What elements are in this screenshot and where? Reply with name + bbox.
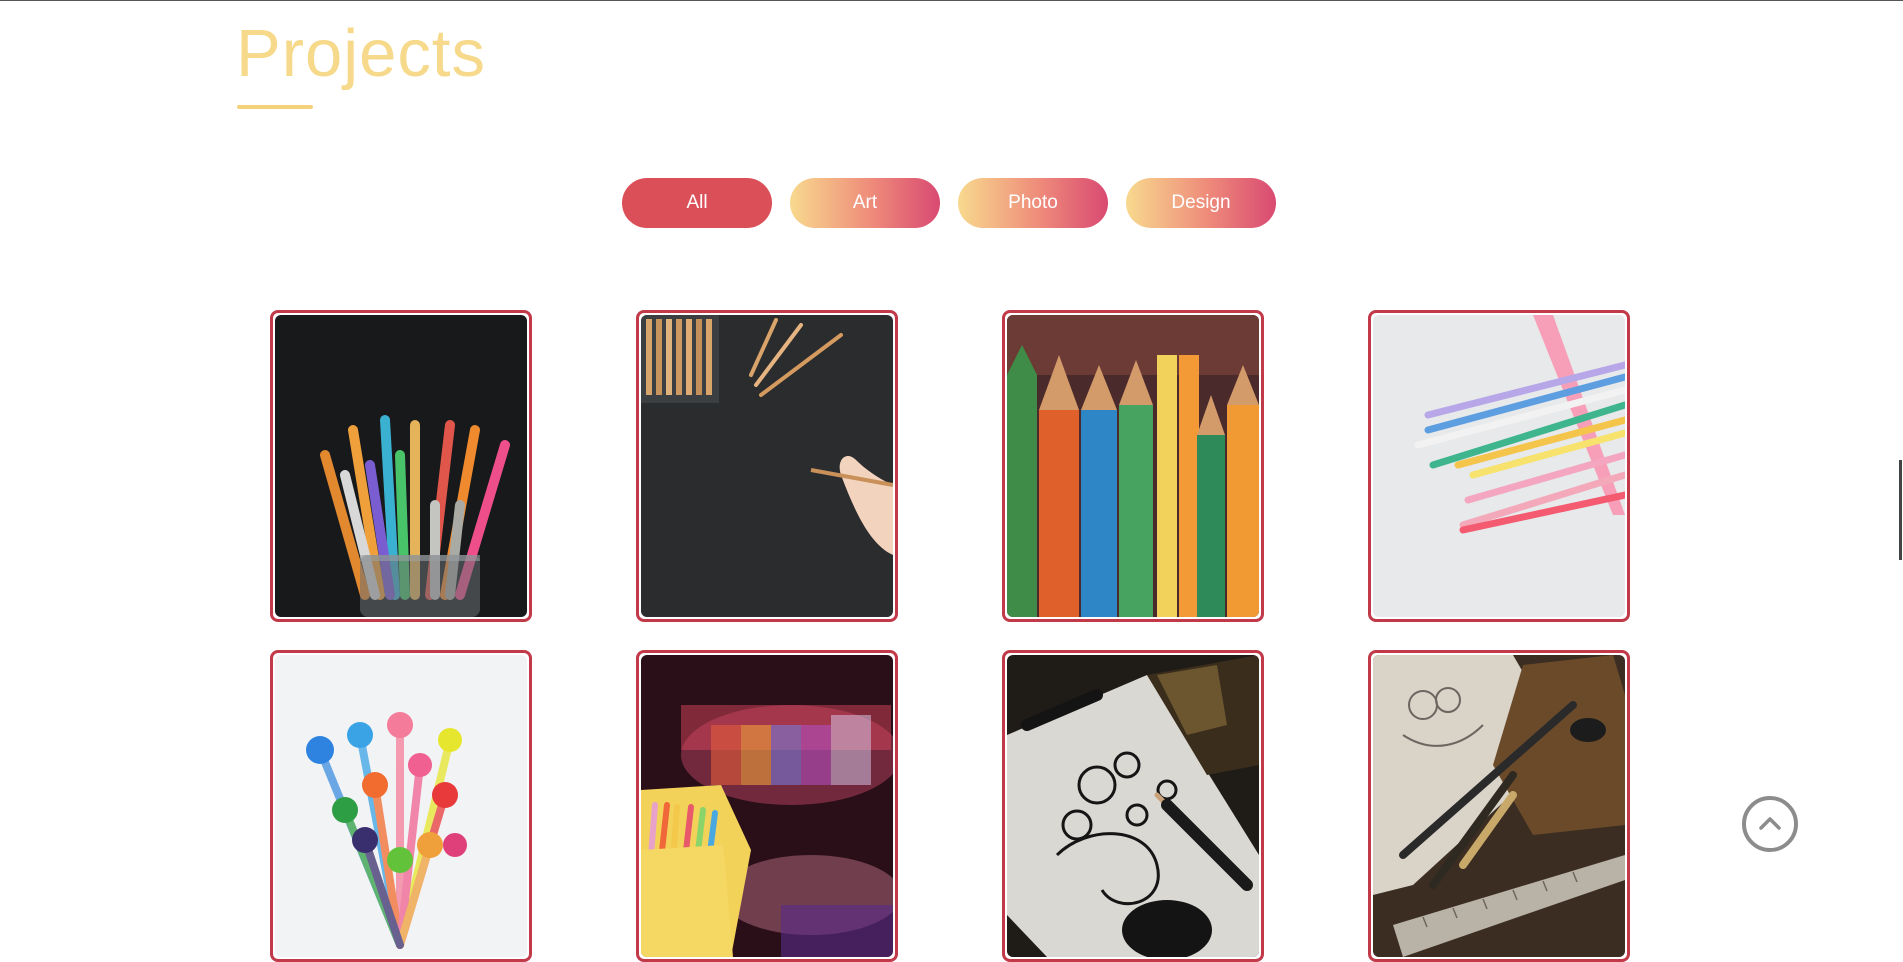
project-image (1373, 655, 1625, 957)
filter-all-button[interactable]: All (622, 178, 772, 228)
scroll-to-top-button[interactable] (1742, 796, 1798, 852)
project-image (1007, 655, 1259, 957)
filter-bar: All Art Photo Design (622, 178, 1276, 228)
project-image (275, 315, 527, 617)
project-card[interactable] (1368, 310, 1630, 622)
project-image (1373, 315, 1625, 617)
project-image (275, 655, 527, 957)
project-card[interactable] (1002, 650, 1264, 962)
chevron-up-icon (1759, 817, 1781, 830)
project-card[interactable] (270, 650, 532, 962)
project-grid (270, 310, 1630, 962)
top-border (0, 0, 1903, 1)
project-card[interactable] (1368, 650, 1630, 962)
filter-art-button[interactable]: Art (790, 178, 940, 228)
title-underline (237, 105, 313, 109)
project-card[interactable] (270, 310, 532, 622)
project-image (1007, 315, 1259, 617)
project-card[interactable] (636, 310, 898, 622)
project-card[interactable] (1002, 310, 1264, 622)
page-scrollbar[interactable] (1899, 460, 1902, 560)
filter-design-button[interactable]: Design (1126, 178, 1276, 228)
page-title: Projects (236, 16, 487, 91)
project-image (641, 315, 893, 617)
project-card[interactable] (636, 650, 898, 962)
project-image (641, 655, 893, 957)
filter-photo-button[interactable]: Photo (958, 178, 1108, 228)
